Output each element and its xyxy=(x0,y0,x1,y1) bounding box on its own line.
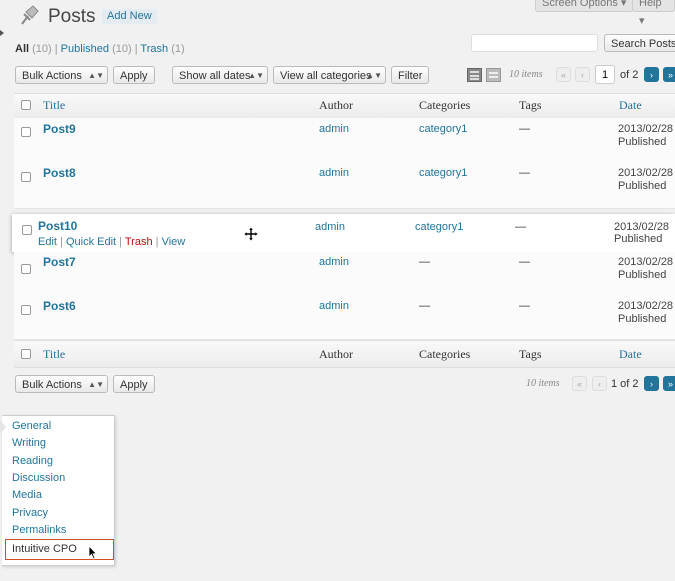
next-page-button-bottom[interactable]: › xyxy=(644,376,659,391)
last-page-button-bottom[interactable]: » xyxy=(663,376,675,391)
post-date: 2013/02/28 Published xyxy=(618,300,674,325)
post-title-link[interactable]: Post6 xyxy=(43,299,76,313)
edit-link[interactable]: Edit xyxy=(38,236,57,248)
column-author-footer: Author xyxy=(319,347,353,361)
select-all-checkbox[interactable] xyxy=(21,100,31,110)
menu-item-privacy[interactable]: Privacy xyxy=(12,507,48,519)
menu-item-label: Intuitive CPO xyxy=(12,543,77,555)
apply-button-bottom[interactable]: Apply xyxy=(113,375,155,393)
post-author[interactable]: admin xyxy=(319,123,349,135)
post-title-link[interactable]: Post10 xyxy=(38,219,77,233)
page-indicator-bottom: 1 of 2 xyxy=(611,378,639,390)
help-tab[interactable]: Help ▾ xyxy=(632,0,675,27)
apply-button[interactable]: Apply xyxy=(113,66,155,84)
post-author[interactable]: admin xyxy=(319,167,349,179)
prev-page-button-bottom[interactable]: ‹ xyxy=(592,376,607,391)
search-posts-button[interactable]: Search Posts xyxy=(604,34,675,52)
select-arrow-icon: ▲▼ xyxy=(88,380,104,389)
post-author[interactable]: admin xyxy=(319,300,349,312)
row-actions: Edit | Quick Edit | Trash | View xyxy=(38,236,186,248)
post-date: 2013/02/28 Published xyxy=(614,221,670,245)
menu-item-general[interactable]: General xyxy=(12,420,51,432)
admin-menu-arrow xyxy=(0,24,4,42)
column-tags-footer: Tags xyxy=(519,347,542,361)
move-cursor-icon xyxy=(243,226,259,242)
post-category: — xyxy=(419,256,430,268)
post-date: 2013/02/28 Published xyxy=(618,123,674,148)
trash-link[interactable]: Trash xyxy=(125,236,153,248)
column-categories-header: Categories xyxy=(419,98,471,112)
items-count-bottom: 10 items xyxy=(526,378,560,389)
menu-item-permalinks[interactable]: Permalinks xyxy=(12,524,66,536)
column-title-footer[interactable]: Title xyxy=(43,347,65,362)
row-checkbox[interactable] xyxy=(21,172,31,182)
column-date-footer[interactable]: Date xyxy=(619,347,642,362)
column-title-header[interactable]: Title xyxy=(43,98,65,113)
post-date: 2013/02/28 Published xyxy=(618,167,674,192)
select-all-checkbox-footer[interactable] xyxy=(21,349,31,359)
mouse-pointer-icon xyxy=(88,545,98,560)
column-author-header: Author xyxy=(319,98,353,112)
add-new-button[interactable]: Add New xyxy=(102,9,157,24)
post-title-link[interactable]: Post8 xyxy=(43,166,76,180)
post-author[interactable]: admin xyxy=(315,221,345,233)
post-tags: — xyxy=(519,300,530,312)
current-page-input[interactable] xyxy=(595,65,615,84)
prev-page-button[interactable]: ‹ xyxy=(575,67,590,82)
first-page-button-bottom[interactable]: « xyxy=(572,376,587,391)
total-pages: of 2 xyxy=(620,69,639,81)
filter-published-link[interactable]: Published (10) xyxy=(61,43,132,55)
post-date: 2013/02/28 Published xyxy=(618,256,674,281)
post-title-link[interactable]: Post9 xyxy=(43,122,76,136)
pushpin-icon xyxy=(16,2,42,28)
row-checkbox[interactable] xyxy=(21,264,31,274)
row-checkbox[interactable] xyxy=(21,127,31,137)
row-checkbox[interactable] xyxy=(22,225,32,235)
flyout-pointer-icon xyxy=(0,420,6,434)
post-category: — xyxy=(419,300,430,312)
select-arrow-icon: ▲▼ xyxy=(248,71,264,80)
page-title: Posts xyxy=(48,6,96,27)
last-page-button[interactable]: » xyxy=(663,67,675,82)
view-link[interactable]: View xyxy=(162,236,186,248)
post-tags: — xyxy=(519,167,530,179)
column-categories-footer: Categories xyxy=(419,347,471,361)
search-input[interactable] xyxy=(471,34,598,52)
select-arrow-icon: ▲▼ xyxy=(366,71,382,80)
next-page-button[interactable]: › xyxy=(644,67,659,82)
post-category[interactable]: category1 xyxy=(415,221,463,233)
menu-item-reading[interactable]: Reading xyxy=(12,455,53,467)
list-view-icon[interactable] xyxy=(467,68,482,82)
column-tags-header: Tags xyxy=(519,98,542,112)
menu-item-discussion[interactable]: Discussion xyxy=(12,472,65,484)
filter-all-link[interactable]: All (10) xyxy=(15,43,52,55)
column-date-header[interactable]: Date xyxy=(619,98,642,113)
categories-select[interactable]: View all categories ▲▼ xyxy=(273,66,386,84)
excerpt-view-icon[interactable] xyxy=(486,68,501,82)
items-count: 10 items xyxy=(509,69,543,80)
bulk-actions-select[interactable]: Bulk Actions ▲▼ xyxy=(15,66,108,84)
menu-item-media[interactable]: Media xyxy=(12,489,42,501)
row-checkbox[interactable] xyxy=(21,305,31,315)
post-tags: — xyxy=(519,256,530,268)
bulk-actions-select-bottom[interactable]: Bulk Actions ▲▼ xyxy=(15,375,108,393)
post-category[interactable]: category1 xyxy=(419,123,467,135)
post-tags: — xyxy=(515,221,526,233)
post-title-link[interactable]: Post7 xyxy=(43,255,76,269)
screen-options-tab[interactable]: Screen Options ▾ xyxy=(535,0,634,12)
status-filter-links: All (10) | Published (10) | Trash (1) xyxy=(15,43,185,55)
first-page-button[interactable]: « xyxy=(556,67,571,82)
dates-select[interactable]: Show all dates ▲▼ xyxy=(172,66,268,84)
filter-button[interactable]: Filter xyxy=(391,66,430,84)
post-category[interactable]: category1 xyxy=(419,167,467,179)
filter-trash-link[interactable]: Trash (1) xyxy=(140,43,184,55)
menu-item-writing[interactable]: Writing xyxy=(12,437,46,449)
post-author[interactable]: admin xyxy=(319,256,349,268)
select-arrow-icon: ▲▼ xyxy=(88,71,104,80)
post-tags: — xyxy=(519,123,530,135)
quick-edit-link[interactable]: Quick Edit xyxy=(66,236,116,248)
